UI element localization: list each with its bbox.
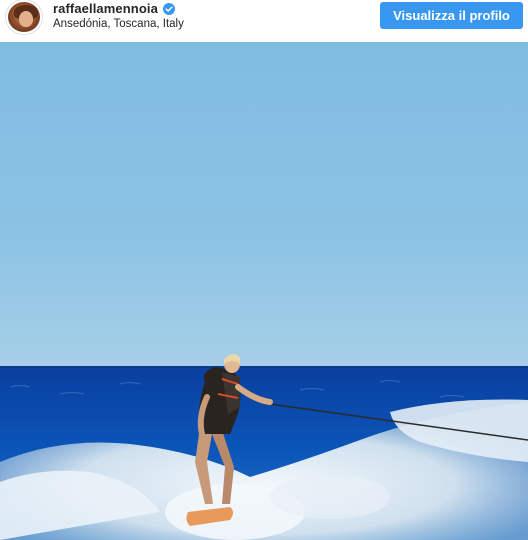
video-frame <box>0 42 528 540</box>
avatar[interactable] <box>6 0 42 34</box>
post-media-video[interactable] <box>0 42 528 540</box>
avatar-face <box>19 11 33 27</box>
sky <box>0 42 528 368</box>
view-profile-button[interactable]: Visualizza il profilo <box>380 2 523 29</box>
location-link[interactable]: Ansedónia, Toscana, Italy <box>53 18 184 30</box>
post-header: raffaellamennoia Ansedónia, Toscana, Ita… <box>0 0 528 42</box>
username-row: raffaellamennoia <box>53 1 175 16</box>
verified-badge-icon <box>162 2 175 15</box>
username[interactable]: raffaellamennoia <box>53 1 158 16</box>
